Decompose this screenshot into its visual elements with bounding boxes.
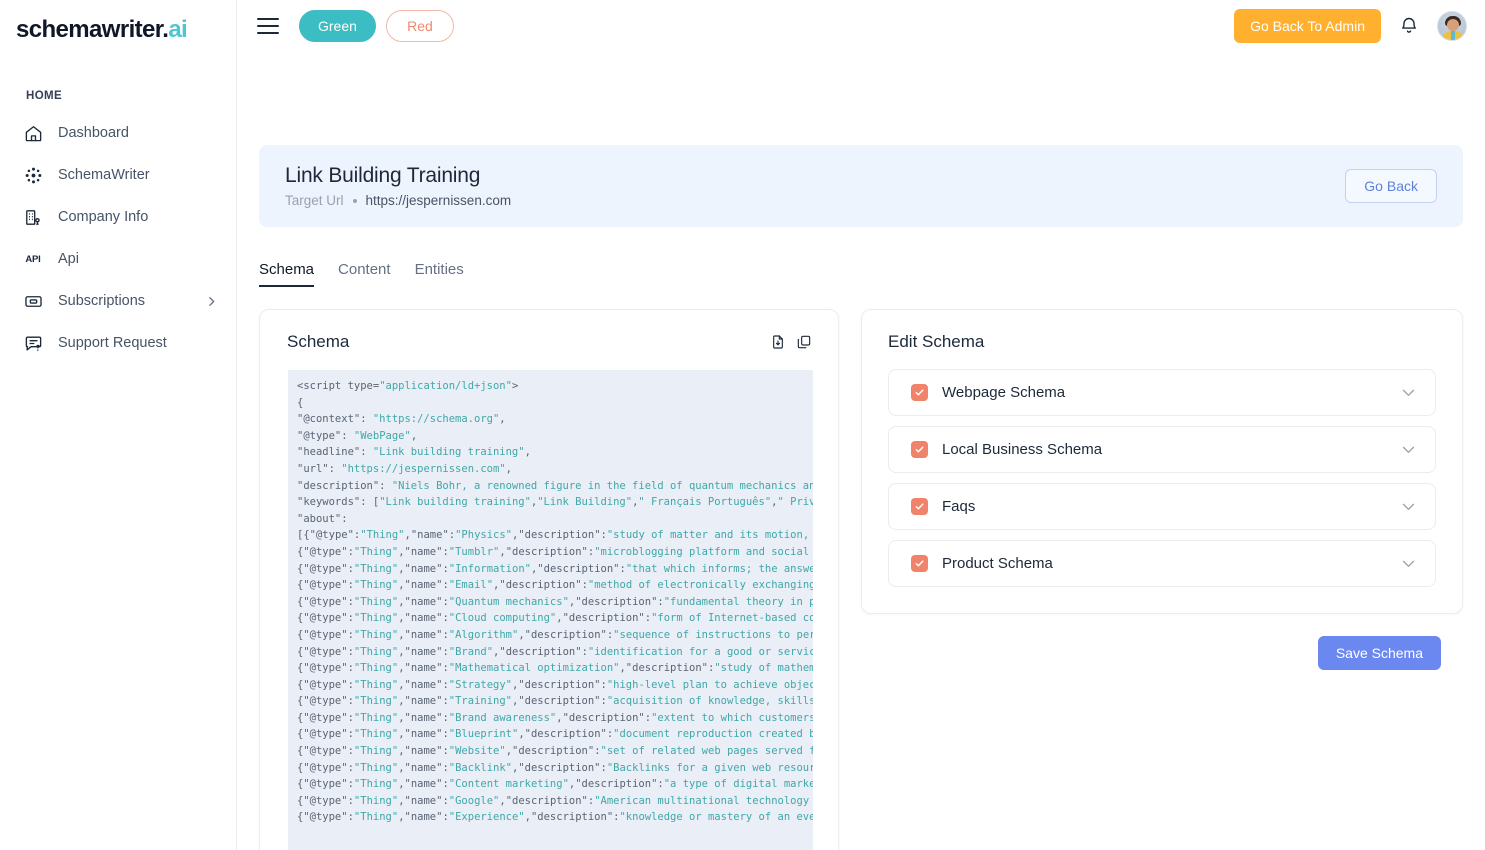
checkbox-local-business-schema[interactable] <box>911 441 928 458</box>
content-area: Schema <script type="application/ld+json… <box>259 309 1463 850</box>
avatar[interactable] <box>1437 11 1467 41</box>
schema-card-actions <box>770 334 812 350</box>
card-icon <box>22 290 44 312</box>
tab-content[interactable]: Content <box>338 261 391 287</box>
schema-card-title: Schema <box>287 332 350 351</box>
tab-entities[interactable]: Entities <box>415 261 464 287</box>
hamburger-icon[interactable] <box>257 18 279 34</box>
target-url-row: Target Url https://jespernissen.com <box>285 193 511 208</box>
checkbox-webpage-schema[interactable] <box>911 384 928 401</box>
status-pill-green[interactable]: Green <box>299 10 376 42</box>
topbar: Green Red Go Back To Admin <box>237 0 1485 52</box>
schema-row-faqs[interactable]: Faqs <box>888 483 1436 530</box>
page-hero-banner: Link Building Training Target Url https:… <box>259 145 1463 227</box>
sidebar-item-subscriptions[interactable]: Subscriptions <box>0 280 236 322</box>
schema-card-header: Schema <box>260 310 838 352</box>
sidebar-item-label: Subscriptions <box>58 293 146 309</box>
sidebar-item-label: SchemaWriter <box>58 167 150 183</box>
brand-name: schemawriter <box>16 16 163 43</box>
topbar-actions: Go Back To Admin <box>1234 9 1467 43</box>
sidebar-item-company-info[interactable]: Company Info <box>0 196 236 238</box>
save-row: Save Schema <box>861 636 1441 670</box>
chevron-right-icon[interactable] <box>205 295 218 308</box>
schema-row-label: Faqs <box>942 498 976 515</box>
tab-bar: Schema Content Entities <box>259 257 1485 287</box>
schema-card: Schema <script type="application/ld+json… <box>259 309 839 850</box>
sidebar-item-label: Company Info <box>58 209 149 225</box>
separator-dot <box>352 198 357 203</box>
edit-schema-title: Edit Schema <box>888 332 985 351</box>
main-content: Green Red Go Back To Admin Link Building… <box>237 0 1485 850</box>
target-url-label: Target Url <box>285 193 344 208</box>
sidebar-item-support-request[interactable]: Support Request <box>0 322 236 364</box>
copy-icon[interactable] <box>796 334 812 350</box>
building-icon <box>22 206 44 228</box>
edit-schema-card: Edit Schema Webpage Schema Local Busines… <box>861 309 1463 614</box>
download-file-icon[interactable] <box>770 334 786 350</box>
save-schema-button[interactable]: Save Schema <box>1317 636 1441 670</box>
schema-row-local-business[interactable]: Local Business Schema <box>888 426 1436 473</box>
bell-icon[interactable] <box>1399 16 1419 36</box>
sidebar-item-label: Dashboard <box>58 125 129 141</box>
nodes-icon <box>22 164 44 186</box>
schema-row-label: Webpage Schema <box>942 384 1066 401</box>
right-column: Edit Schema Webpage Schema Local Busines… <box>861 309 1463 850</box>
schema-row-webpage[interactable]: Webpage Schema <box>888 369 1436 416</box>
go-back-button[interactable]: Go Back <box>1345 169 1437 203</box>
schema-row-product[interactable]: Product Schema <box>888 540 1436 587</box>
app-root: schemawriter.ai HOME Dashboard SchemaWri… <box>0 0 1485 850</box>
chevron-down-icon[interactable] <box>1400 384 1417 401</box>
api-icon: API <box>25 253 41 265</box>
sidebar-item-label: Support Request <box>58 335 167 351</box>
schema-row-label: Product Schema <box>942 555 1053 572</box>
target-url-value: https://jespernissen.com <box>365 193 512 208</box>
sidebar-section-home: HOME <box>26 90 63 102</box>
brand-logo[interactable]: schemawriter.ai <box>0 0 236 44</box>
brand-accent: ai <box>168 16 188 43</box>
go-back-to-admin-button[interactable]: Go Back To Admin <box>1234 9 1381 43</box>
schema-row-label: Local Business Schema <box>942 441 1103 458</box>
sidebar-item-label: Api <box>58 251 79 267</box>
chevron-down-icon[interactable] <box>1400 555 1417 572</box>
page-title: Link Building Training <box>285 164 481 187</box>
sidebar-item-api[interactable]: API Api <box>0 238 236 280</box>
chevron-down-icon[interactable] <box>1400 498 1417 515</box>
schema-json-text: <script type="application/ld+json"> { "@… <box>297 380 813 824</box>
tab-schema[interactable]: Schema <box>259 261 315 287</box>
chat-question-icon <box>22 332 44 354</box>
status-pill-red[interactable]: Red <box>385 10 454 42</box>
hero-text-block: Link Building Training Target Url https:… <box>285 164 511 208</box>
sidebar-item-schemawriter[interactable]: SchemaWriter <box>0 154 236 196</box>
sidebar: schemawriter.ai HOME Dashboard SchemaWri… <box>0 0 237 850</box>
schema-code-block[interactable]: <script type="application/ld+json"> { "@… <box>288 370 813 850</box>
home-icon <box>22 122 44 144</box>
sidebar-item-dashboard[interactable]: Dashboard <box>0 112 236 154</box>
checkbox-product-schema[interactable] <box>911 555 928 572</box>
chevron-down-icon[interactable] <box>1400 441 1417 458</box>
checkbox-faqs[interactable] <box>911 498 928 515</box>
